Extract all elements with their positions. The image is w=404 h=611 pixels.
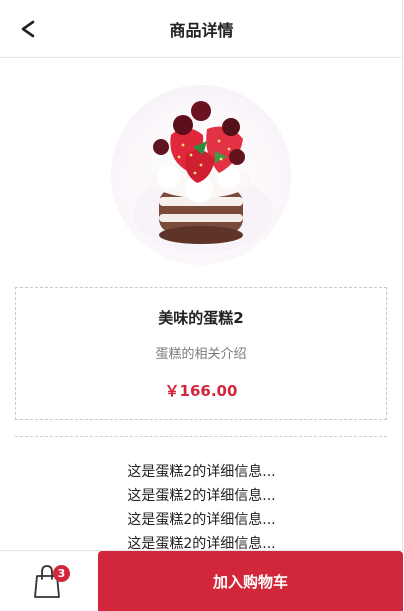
bottom-action-bar: 3 加入购物车 xyxy=(0,550,404,611)
back-button[interactable] xyxy=(16,14,40,44)
divider xyxy=(15,436,387,437)
add-to-cart-button[interactable]: 加入购物车 xyxy=(98,551,403,611)
cart-button[interactable]: 3 xyxy=(28,563,70,599)
header-bar: 商品详情 xyxy=(0,0,403,58)
product-description: 蛋糕的相关介绍 xyxy=(155,347,247,362)
product-price: ￥166.00 xyxy=(164,382,238,400)
chevron-left-icon xyxy=(21,20,35,38)
cart-count-badge: 3 xyxy=(53,565,70,582)
detail-line: 这是蛋糕2的详细信息... xyxy=(127,464,276,480)
detail-line: 这是蛋糕2的详细信息... xyxy=(127,488,276,504)
page-title: 商品详情 xyxy=(169,20,234,40)
product-details: 这是蛋糕2的详细信息... 这是蛋糕2的详细信息... 这是蛋糕2的详细信息..… xyxy=(0,460,403,556)
detail-line: 这是蛋糕2的详细信息... xyxy=(127,512,276,528)
product-name: 美味的蛋糕2 xyxy=(158,309,244,327)
cake-image xyxy=(111,85,291,265)
product-info-card: 美味的蛋糕2 蛋糕的相关介绍 ￥166.00 xyxy=(15,287,387,420)
